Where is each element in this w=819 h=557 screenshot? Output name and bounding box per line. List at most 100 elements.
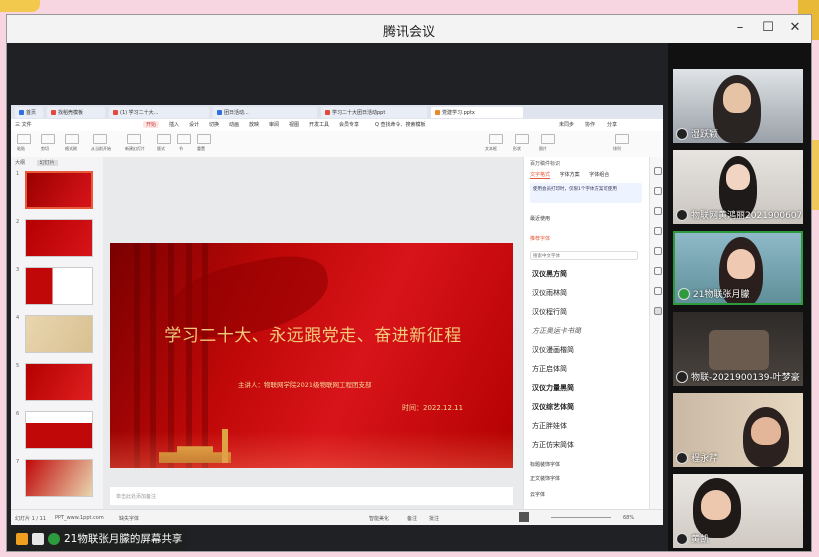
slide-thumbnail[interactable]: [25, 459, 93, 497]
menu-design[interactable]: 设计: [189, 121, 199, 128]
slide-thumbnail[interactable]: [25, 363, 93, 401]
section-body-decor[interactable]: 正文装饰字体: [530, 475, 560, 482]
font-panel: 百万稿件标识 文字格式 字体方案 字体组合 使用会员打印时，仅限1个字体方案可使…: [523, 157, 650, 509]
menu-view[interactable]: 视图: [289, 121, 299, 128]
menu-developer[interactable]: 开发工具: [309, 121, 329, 128]
picture-label: 图片: [539, 146, 547, 151]
participant-name: 黄凯: [676, 532, 709, 545]
play-icon[interactable]: [93, 134, 107, 144]
maximize-icon[interactable]: ☐: [757, 18, 779, 38]
tab-outline[interactable]: 大纲: [15, 160, 25, 166]
slide-thumbnail[interactable]: [25, 411, 93, 449]
smart-beautify-button[interactable]: 智能美化: [369, 515, 389, 522]
pointer-icon[interactable]: [654, 167, 662, 175]
font-icon[interactable]: [654, 307, 662, 315]
menu-unsynced[interactable]: 未同步: [559, 121, 574, 128]
location-icon[interactable]: [654, 287, 662, 295]
menu-review[interactable]: 审阅: [269, 121, 279, 128]
font-item[interactable]: 汉仪黑方简: [532, 269, 567, 279]
clock-icon[interactable]: [654, 247, 662, 255]
format-painter-icon[interactable]: [65, 134, 79, 144]
play-icon[interactable]: [519, 512, 529, 522]
menu-search[interactable]: Q 查找命令、搜索模板: [375, 121, 426, 128]
participant-tile[interactable]: 黄凯: [673, 474, 803, 548]
paste-icon[interactable]: [17, 134, 31, 144]
slide-thumbnail[interactable]: [25, 219, 93, 257]
font-item[interactable]: 汉仪漫画楷简: [532, 345, 574, 355]
settings-icon[interactable]: [654, 227, 662, 235]
picture-icon[interactable]: [541, 134, 555, 144]
slide-counter: 幻灯片 1 / 11: [15, 516, 46, 522]
slide-thumbnail[interactable]: [25, 267, 93, 305]
font-search-input[interactable]: [530, 251, 638, 260]
wps-tab[interactable]: (1) 学习二十大...: [109, 107, 209, 118]
menu-insert[interactable]: 插入: [169, 121, 179, 128]
font-item[interactable]: 方正仿宋简体: [532, 440, 574, 450]
tab-text-format[interactable]: 文字格式: [530, 172, 551, 179]
menu-file[interactable]: 三 文件: [15, 121, 32, 128]
shape-label: 形状: [513, 146, 521, 151]
section-recommended[interactable]: 推荐字体: [530, 235, 550, 242]
zoom-slider[interactable]: [551, 517, 611, 518]
shape-icon[interactable]: [515, 134, 529, 144]
ppt-icon: [113, 110, 118, 115]
tab-font-scheme[interactable]: 字体方案: [560, 172, 580, 178]
wps-tab[interactable]: 找稻壳模板: [47, 107, 105, 118]
missing-font-button[interactable]: 缺失字体: [119, 515, 139, 522]
section-label: 节: [179, 146, 183, 151]
notes-area[interactable]: 单击此处添加备注: [110, 487, 513, 505]
comments-button[interactable]: 批注: [429, 515, 439, 522]
current-slide[interactable]: 学习二十大、永远跟党走、奋进新征程 主讲人：物联网学院2021级物联网工程团支部…: [110, 243, 513, 468]
notes-button[interactable]: 备注: [407, 515, 417, 522]
font-item[interactable]: 汉仪综艺体简: [532, 402, 574, 412]
animation-icon[interactable]: [654, 207, 662, 215]
slide-thumbnail[interactable]: [25, 171, 93, 209]
textbox-icon[interactable]: [489, 134, 503, 144]
wps-tab[interactable]: 团日活动...: [213, 107, 317, 118]
screen-share-banner[interactable]: 21物联张月朦的屏幕共享: [10, 528, 189, 550]
close-icon[interactable]: ✕: [784, 18, 806, 38]
participant-tile[interactable]: 物联网黄鸿丽2021900607: [673, 150, 803, 224]
font-item[interactable]: 汉仪程行简: [532, 307, 567, 317]
tab-font-combo[interactable]: 字体组合: [589, 172, 609, 178]
menu-slideshow[interactable]: 放映: [249, 121, 259, 128]
section-icon[interactable]: [177, 134, 191, 144]
font-item[interactable]: 汉仪雨林简: [532, 288, 567, 298]
font-item[interactable]: 方正胖娃体: [532, 421, 567, 431]
menu-member[interactable]: 会员专享: [339, 121, 359, 128]
mic-on-icon: [678, 288, 690, 300]
font-item[interactable]: 方正启体简: [532, 364, 567, 374]
table-icon[interactable]: [654, 267, 662, 275]
menu-start[interactable]: 开始: [143, 121, 160, 128]
participant-tile[interactable]: 程永芹: [673, 393, 803, 467]
participant-tile[interactable]: 物联-2021900139-叶梦豪: [673, 312, 803, 386]
cut-icon[interactable]: [41, 134, 55, 144]
section-cloud[interactable]: 云字体: [530, 491, 545, 498]
wps-tab[interactable]: 首页: [15, 107, 43, 118]
wps-tab[interactable]: 学习二十大团日活动ppt: [321, 107, 427, 118]
participant-name: 程永芹: [676, 451, 718, 464]
section-recent[interactable]: 最近使用: [530, 215, 550, 222]
slide-editor-canvas[interactable]: 学习二十大、永远跟党走、奋进新征程 主讲人：物联网学院2021级物联网工程团支部…: [103, 157, 523, 509]
doc-icon: [217, 110, 222, 115]
menu-collaborate[interactable]: 协作: [585, 121, 595, 128]
shape-icon[interactable]: [654, 187, 662, 195]
menu-share[interactable]: 分享: [607, 121, 617, 128]
reset-icon[interactable]: [197, 134, 211, 144]
menu-transition[interactable]: 切换: [209, 121, 219, 128]
tab-slides[interactable]: 幻灯片: [36, 160, 58, 166]
participant-tile-active-speaker[interactable]: 21物联张月朦: [673, 231, 803, 305]
font-item[interactable]: 汉仪力量黑简: [532, 383, 574, 393]
wps-tab-active[interactable]: 党建学习.pptx: [431, 107, 523, 118]
layout-icon[interactable]: [157, 134, 171, 144]
mic-off-icon: [676, 533, 688, 545]
slide-thumbnail[interactable]: [25, 315, 93, 353]
font-item[interactable]: 方正奥运卡书简: [532, 326, 581, 336]
section-title-decor[interactable]: 标题装饰字体: [530, 461, 560, 468]
menu-animation[interactable]: 动画: [229, 121, 239, 128]
participant-tile[interactable]: 湿跃颖: [673, 69, 803, 143]
golden-wave: [110, 431, 513, 468]
minimize-icon[interactable]: –: [729, 18, 751, 38]
arrange-icon[interactable]: [615, 134, 629, 144]
new-slide-icon[interactable]: [127, 134, 141, 144]
